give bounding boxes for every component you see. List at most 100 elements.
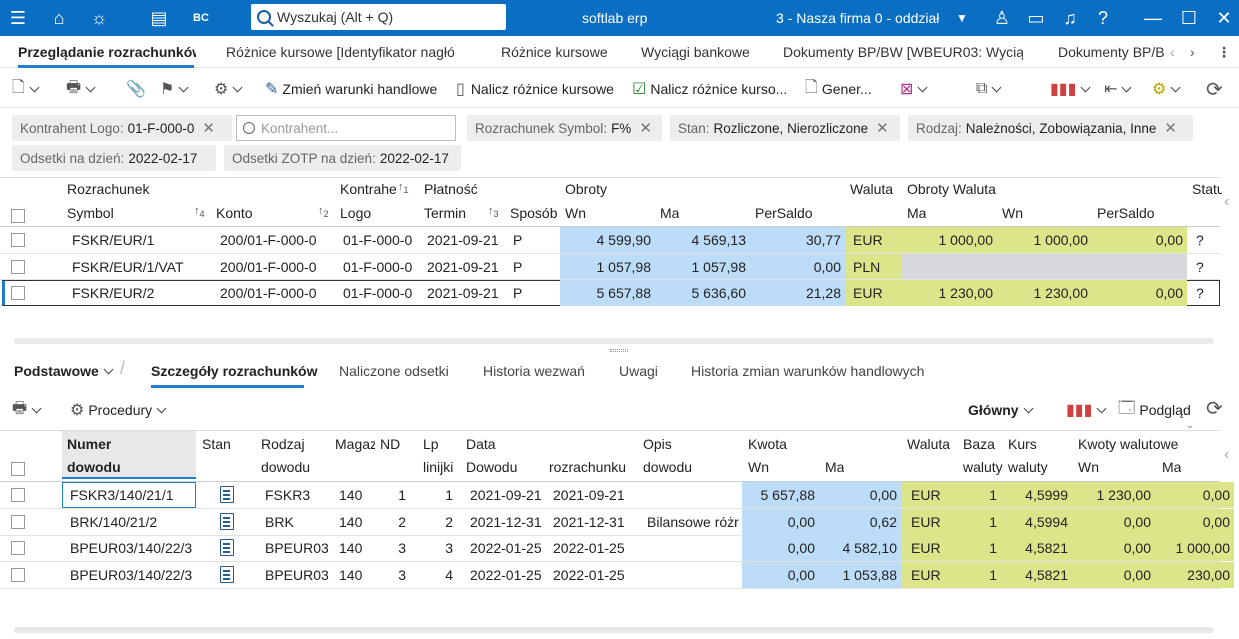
tab-historia-zmian[interactable]: Historia zmian warunków handlowych — [691, 363, 924, 379]
header-kwota-ma[interactable]: Ma — [825, 459, 844, 475]
tab-scroll-left-icon[interactable]: ‹ — [1170, 44, 1175, 60]
remove-filter-icon[interactable]: ✕ — [202, 119, 215, 137]
header-kw-wn[interactable]: Wn — [1078, 459, 1099, 475]
header-numer[interactable]: Numer — [67, 436, 111, 452]
header-status[interactable]: Statu — [1192, 181, 1222, 197]
procedury-button[interactable]: ⚙ Procedury — [70, 399, 169, 421]
print-button[interactable]: 🖶 — [66, 78, 98, 100]
hamburger-menu-icon[interactable]: ☰ — [6, 6, 30, 30]
close-icon[interactable]: ✕ — [1212, 6, 1236, 30]
header-ma[interactable]: Ma — [660, 205, 679, 221]
tab-dokumenty-bpbw[interactable]: Dokumenty BP/BW [WBEUR03: Wycią — [783, 44, 1023, 60]
filter-kontrahent-chip[interactable]: Kontrahent Logo: 01-F-000-0 ✕ — [12, 115, 232, 141]
copy-button[interactable]: ⧉ — [976, 78, 1004, 100]
tab-roznice-kursowe[interactable]: Różnice kursowe — [501, 44, 611, 60]
bottom-grid-horizontal-scrollbar[interactable] — [14, 627, 1214, 633]
header-persaldo[interactable]: PerSaldo — [755, 205, 813, 221]
chevron-down-icon[interactable]: ▼ — [950, 6, 974, 30]
detail-print-button[interactable]: 🖶 — [12, 399, 44, 421]
header-wn[interactable]: Wn — [565, 205, 586, 221]
filter-zotp-chip[interactable]: Odsetki ZOTP na dzień: 2022-02-17 — [224, 145, 461, 171]
row-checkbox[interactable] — [11, 541, 25, 555]
company-selector[interactable]: 3 - Nasza firma 0 - oddział — [776, 10, 939, 26]
filter-clear-button[interactable]: ⊠ — [900, 78, 930, 100]
grid-scroll-left-icon[interactable]: ‹ — [1224, 446, 1229, 464]
maximize-icon[interactable]: ☐ — [1177, 6, 1201, 30]
filter-rodzaj-chip[interactable]: Rodzaj: Należności, Zobowiązania, Inne ✕ — [908, 115, 1193, 141]
filter-stan-chip[interactable]: Stan: Rozliczone, Nierozliczone ✕ — [670, 115, 900, 141]
header-nd[interactable]: ND — [380, 436, 400, 452]
row-checkbox[interactable] — [11, 260, 25, 274]
tab-naliczone-odsetki[interactable]: Naliczone odsetki — [339, 363, 449, 379]
help-icon[interactable]: ? — [1091, 6, 1115, 30]
select-all-checkbox[interactable] — [11, 462, 25, 476]
header-data-dowodu[interactable]: Dowodu — [466, 459, 517, 475]
header-opis[interactable]: Opis — [643, 436, 672, 452]
nalicz-roznice-2-button[interactable]: ☑ Nalicz różnice kurso... — [632, 78, 787, 100]
header-magaz[interactable]: Magaz — [335, 436, 375, 452]
podstawowe-dropdown[interactable]: Podstawowe — [14, 363, 116, 379]
header-logo[interactable]: Logo — [340, 205, 371, 221]
header-konto[interactable]: Konto — [216, 205, 253, 221]
refresh-button[interactable]: ⟳ — [1206, 78, 1223, 101]
tab-scroll-right-icon[interactable]: › — [1190, 44, 1195, 60]
more-tabs-icon[interactable]: ⋮ — [1217, 44, 1231, 61]
header-baza[interactable]: Baza — [963, 436, 995, 452]
attach-button[interactable]: 📎 — [126, 78, 146, 100]
filter-rozrachunek-chip[interactable]: Rozrachunek Symbol: F% ✕ — [467, 115, 662, 141]
header-waluta[interactable]: Waluta — [850, 181, 893, 197]
flag-button[interactable]: ⚑ — [160, 78, 191, 100]
row-checkbox[interactable] — [11, 233, 25, 247]
import-button[interactable]: ⇤ — [1104, 78, 1134, 100]
row-checkbox[interactable] — [11, 567, 25, 582]
focused-cell[interactable] — [62, 482, 196, 508]
detail-chart-button[interactable]: ▮▮▮ — [1066, 399, 1109, 421]
tab-uwagi[interactable]: Uwagi — [619, 363, 658, 379]
message-icon[interactable]: ▭ — [1024, 6, 1048, 30]
bc-icon[interactable]: BC — [189, 6, 213, 30]
tab-roznice-identyfikator[interactable]: Różnice kursowe [Identyfikator nagłó — [226, 44, 466, 60]
bell-icon[interactable]: ♫ — [1058, 6, 1082, 30]
grid-scroll-left-icon[interactable]: ‹ — [1224, 193, 1229, 211]
chart-button[interactable]: ▮▮▮ — [1050, 78, 1093, 100]
header-rodzaj[interactable]: Rodzaj — [261, 436, 305, 452]
row-checkbox[interactable] — [11, 514, 25, 529]
header-kw-ma[interactable]: Ma — [1162, 459, 1181, 475]
home-icon[interactable]: ⌂ — [47, 6, 71, 30]
tab-przegladanie[interactable]: Przeglądanie rozrachunków — [18, 44, 196, 60]
header-kurs[interactable]: Kurs — [1008, 436, 1037, 452]
zmien-warunki-button[interactable]: ✎ Zmień warunki handlowe — [265, 78, 437, 100]
settings-doc-button[interactable]: ⚙ — [214, 78, 245, 100]
new-document-button[interactable]: 🗋 — [12, 78, 42, 100]
glowny-dropdown[interactable]: Główny — [968, 399, 1036, 421]
remove-filter-icon[interactable]: ✕ — [639, 119, 652, 137]
news-icon[interactable]: ▤ — [147, 6, 171, 30]
nalicz-roznice-button[interactable]: ▯ Nalicz różnice kursowe — [456, 78, 614, 100]
filter-odsetki-chip[interactable]: Odsetki na dzień: 2022-02-17 — [12, 145, 216, 171]
top-grid-horizontal-scrollbar[interactable] — [14, 338, 1214, 344]
header-sposob[interactable]: Sposób — [510, 205, 558, 221]
header-termin[interactable]: Termin — [424, 205, 466, 221]
header-waluta-persaldo[interactable]: PerSaldo — [1097, 205, 1155, 221]
user-icon[interactable]: ♙ — [990, 6, 1014, 30]
kontrahent-filter-input[interactable]: Kontrahent... — [236, 115, 456, 141]
header-waluta-ma[interactable]: Ma — [907, 205, 926, 221]
header-waluta-wn[interactable]: Wn — [1002, 205, 1023, 221]
generuj-button[interactable]: 🗋 Gener... — [805, 78, 872, 100]
row-checkbox[interactable] — [11, 488, 25, 502]
remove-filter-icon[interactable]: ✕ — [1164, 119, 1177, 137]
remove-filter-icon[interactable]: ✕ — [876, 119, 889, 137]
tab-dokumenty-bpb[interactable]: Dokumenty BP/B — [1058, 44, 1166, 60]
header-symbol[interactable]: Symbol — [67, 205, 114, 221]
config-button[interactable]: ⚙ — [1152, 78, 1183, 100]
header-waluta-bottom[interactable]: Waluta — [907, 436, 950, 452]
podglad-button[interactable]: 🗔 Podgląd — [1118, 399, 1191, 421]
global-search-input[interactable]: Wyszukaj (Alt + Q) — [251, 4, 506, 30]
header-kontrahent[interactable]: Kontrahent — [340, 181, 396, 197]
tab-wyciagi-bankowe[interactable]: Wyciągi bankowe — [641, 44, 756, 60]
minimize-icon[interactable]: — — [1141, 6, 1165, 30]
sun-icon[interactable]: ☼ — [87, 6, 111, 30]
row-checkbox[interactable] — [11, 286, 25, 300]
select-all-checkbox[interactable] — [11, 209, 25, 223]
header-data-rozrachunku[interactable]: rozrachunku — [549, 459, 629, 475]
